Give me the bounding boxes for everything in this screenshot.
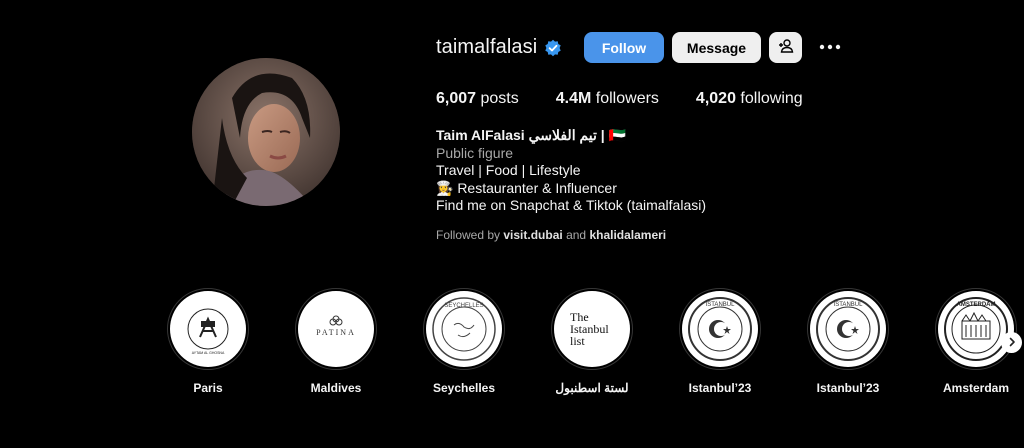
highlight-cover: ISTANBUL xyxy=(682,291,758,367)
highlight-label: Seychelles xyxy=(432,381,496,395)
mutual-follower: visit.dubai xyxy=(503,228,563,242)
followed-by-prefix: Followed by xyxy=(436,228,501,242)
stamp-istanbul-icon: ISTANBUL xyxy=(688,297,752,361)
highlight-label: Istanbul’23 xyxy=(816,381,880,395)
followers-label: followers xyxy=(595,90,659,107)
highlight-ring: ISTANBUL xyxy=(807,288,889,370)
followed-by-conj: and xyxy=(566,228,587,242)
stamp-amsterdam-icon: AMSTERDAM xyxy=(944,297,1008,361)
highlight-cover: PATINA xyxy=(298,291,374,367)
highlight-label: لستة اسطنبول xyxy=(555,381,629,395)
svg-text:AYTAM AL GHOSNA: AYTAM AL GHOSNA xyxy=(192,351,225,355)
svg-text:SEYCHELLES: SEYCHELLES xyxy=(444,303,483,309)
profile-header: taimalfalasi xyxy=(436,32,562,63)
highlight-ring: SEYCHELLES xyxy=(423,288,505,370)
highlights-next-button[interactable] xyxy=(1001,332,1022,353)
chevron-right-icon xyxy=(1007,334,1017,352)
highlight-cover: SEYCHELLES xyxy=(426,291,502,367)
posts-stat: 6,007 posts xyxy=(436,90,519,108)
followers-count: 4.4M xyxy=(555,90,592,107)
full-name: Taim AlFalasi تيم الفلاسي | 🇦🇪 xyxy=(436,127,627,143)
svg-text:ISTANBUL: ISTANBUL xyxy=(706,302,736,308)
followers-stat[interactable]: 4.4M followers xyxy=(556,90,659,108)
followed-by[interactable]: Followed by visit.dubai and khalidalamer… xyxy=(436,228,666,242)
logo-aytam-icon: AYTAM AL GHOSNA xyxy=(187,308,229,355)
svg-text:PATINA: PATINA xyxy=(316,328,356,337)
suggested-users-button[interactable] xyxy=(769,32,802,63)
category-label: Public figure xyxy=(436,144,514,161)
following-label: following xyxy=(740,90,803,107)
highlight-cover: The Istanbul list xyxy=(554,291,630,367)
highlight-istanbul-23-b[interactable]: ISTANBUL Istanbul’23 xyxy=(804,288,892,395)
highlight-maldives[interactable]: PATINA Maldives xyxy=(292,288,380,395)
cover-title: The Istanbul list xyxy=(570,310,609,348)
mutual-follower: khalidalameri xyxy=(589,228,667,242)
message-button[interactable]: Message xyxy=(672,32,761,63)
avatar-image xyxy=(192,58,340,206)
highlight-cover: AYTAM AL GHOSNA xyxy=(170,291,246,367)
posts-label: posts xyxy=(480,90,519,107)
highlight-cover: ISTANBUL xyxy=(810,291,886,367)
bio-line: 👩‍🍳 Restauranter & Influencer xyxy=(436,179,617,196)
highlight-istanbul-list[interactable]: The Istanbul list لستة اسطنبول xyxy=(548,288,636,395)
add-person-icon xyxy=(778,38,794,57)
logo-patina-icon: PATINA xyxy=(316,315,356,337)
following-count: 4,020 xyxy=(695,90,736,107)
highlight-ring: PATINA xyxy=(295,288,377,370)
posts-count: 6,007 xyxy=(436,90,477,107)
highlight-label: Amsterdam xyxy=(942,381,1010,395)
profile-avatar[interactable] xyxy=(192,58,340,206)
highlight-ring: The Istanbul list xyxy=(551,288,633,370)
bio-line: Travel | Food | Lifestyle xyxy=(436,162,581,178)
highlight-ring: AMSTERDAM xyxy=(935,288,1017,370)
following-stat[interactable]: 4,020 following xyxy=(696,90,803,108)
highlight-label: Paris xyxy=(193,381,223,395)
highlight-cover: AMSTERDAM xyxy=(938,291,1014,367)
profile-bio: Taim AlFalasi تيم الفلاسي | 🇦🇪 Public fi… xyxy=(436,127,706,215)
highlight-paris[interactable]: AYTAM AL GHOSNA Paris xyxy=(164,288,252,395)
highlight-seychelles[interactable]: SEYCHELLES Seychelles xyxy=(420,288,508,395)
highlight-label: Istanbul’23 xyxy=(688,381,752,395)
highlight-ring: ISTANBUL xyxy=(679,288,761,370)
highlight-label: Maldives xyxy=(310,381,362,395)
verified-badge-icon xyxy=(544,39,562,57)
username: taimalfalasi xyxy=(436,36,538,58)
svg-text:ISTANBUL: ISTANBUL xyxy=(834,302,864,308)
story-highlights: AYTAM AL GHOSNA Paris PATINA Maldives SE… xyxy=(0,288,1024,398)
svg-text:AMSTERDAM: AMSTERDAM xyxy=(957,302,996,308)
stamp-istanbul-icon: ISTANBUL xyxy=(816,297,880,361)
highlight-ring: AYTAM AL GHOSNA xyxy=(167,288,249,370)
more-options-icon[interactable] xyxy=(817,36,843,58)
stamp-seychelles-icon: SEYCHELLES xyxy=(432,297,496,361)
profile-stats: 6,007 posts 4.4M followers 4,020 followi… xyxy=(436,90,840,108)
highlight-istanbul-23-a[interactable]: ISTANBUL Istanbul’23 xyxy=(676,288,764,395)
bio-line: Find me on Snapchat & Tiktok (taimalfala… xyxy=(436,197,707,213)
follow-button[interactable]: Follow xyxy=(584,32,664,63)
